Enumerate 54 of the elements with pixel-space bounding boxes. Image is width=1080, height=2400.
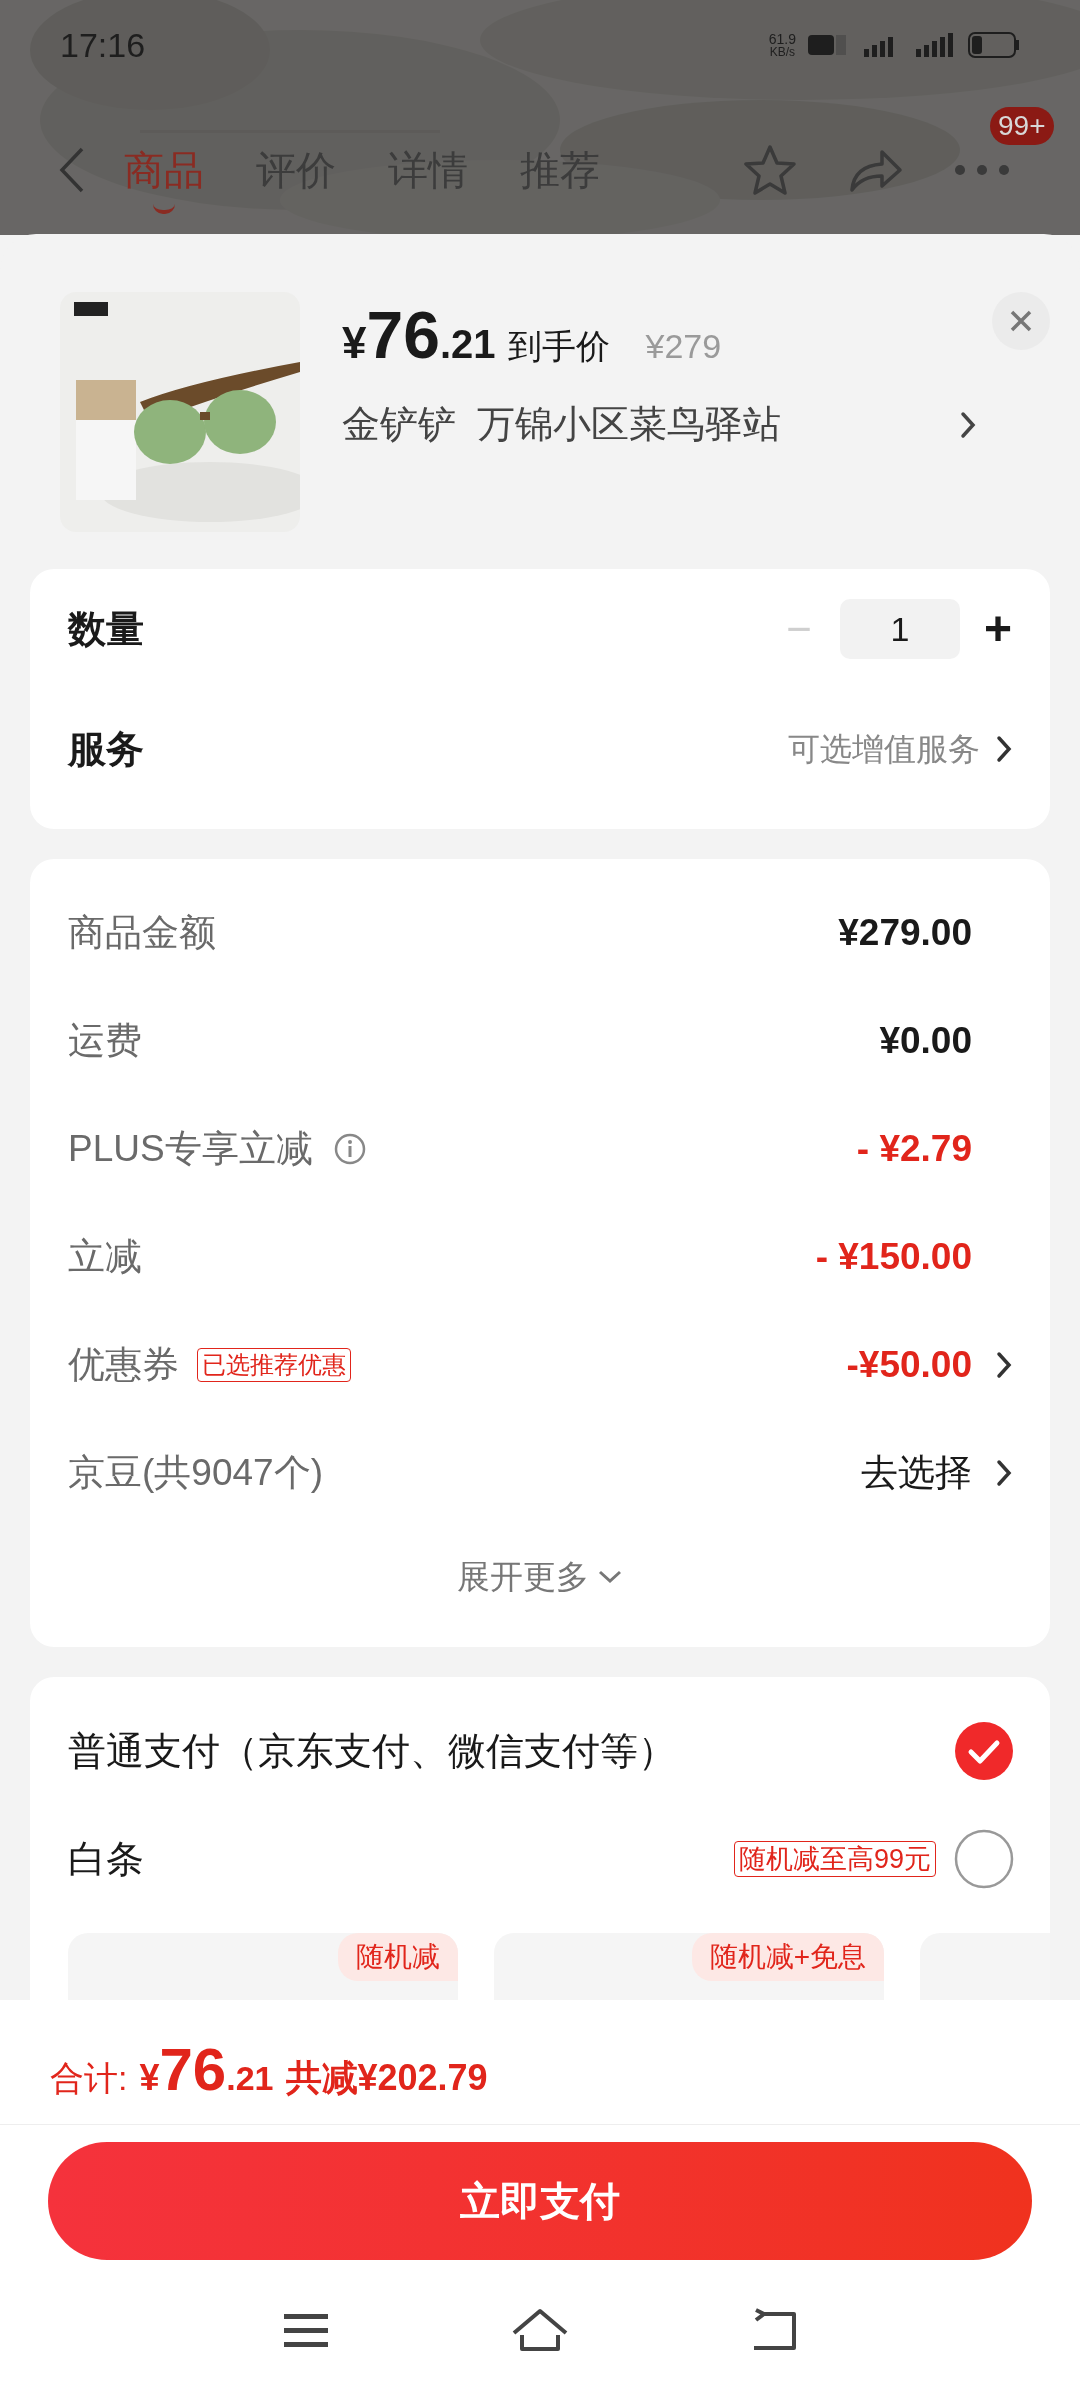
row-label: 优惠券 — [68, 1343, 179, 1388]
saved-amount: 共减¥202.79 — [285, 2056, 488, 2100]
row-label: 服务 — [68, 726, 145, 772]
status-time: 17:16 — [60, 24, 146, 66]
chevron-right-icon — [960, 410, 976, 439]
row-label: 京豆(共9047个) — [68, 1451, 323, 1496]
plan-badge: 随机减+免息 — [691, 1933, 884, 1981]
original-price: ¥279 — [645, 326, 722, 367]
payment-method[interactable]: 普通支付（京东支付、微信支付等） — [68, 1722, 954, 1780]
pay-button[interactable]: 立即支付 — [48, 2142, 1032, 2260]
star-icon[interactable] — [742, 143, 798, 197]
currency-symbol: ¥ — [342, 318, 367, 369]
row-value: ¥0.00 — [879, 1019, 972, 1064]
row-value: - ¥2.79 — [856, 1127, 972, 1172]
plan-badge: 随机减 — [338, 1933, 458, 1981]
price-decimal: .21 — [439, 321, 496, 368]
radio-checked-icon[interactable] — [954, 1721, 1014, 1781]
promo-tag: 随机减至高99元 — [733, 1841, 936, 1877]
row-label: 商品金额 — [68, 911, 216, 956]
row-label: 运费 — [68, 1019, 142, 1064]
more-icon[interactable] — [954, 163, 1010, 177]
row-value: ¥279.00 — [838, 911, 972, 956]
speed-unit: KB/s — [769, 46, 796, 58]
battery-icon — [968, 32, 1020, 58]
radio-button-icon[interactable] — [954, 1829, 1014, 1889]
info-icon[interactable] — [332, 1132, 367, 1166]
coupon-tag: 已选推荐优惠 — [197, 1348, 351, 1382]
installment-card[interactable]: 随机减+免息 — [494, 1933, 884, 2000]
expand-more-button[interactable]: 展开更多 — [457, 1552, 623, 1602]
total-label: 合计: — [50, 2058, 128, 2099]
currency-symbol: ¥ — [139, 2057, 160, 2100]
service-hint[interactable]: 可选增值服务 — [788, 725, 980, 773]
row-value[interactable]: 去选择 — [861, 1445, 972, 1501]
chevron-right-icon — [996, 1351, 1012, 1379]
home-icon[interactable] — [510, 2307, 570, 2353]
close-icon — [1009, 309, 1033, 333]
row-label: 立减 — [68, 1235, 142, 1280]
total-price: 76 — [159, 2040, 227, 2100]
network-speed: 61.9 — [768, 32, 796, 46]
plus-button[interactable]: + — [983, 593, 1012, 665]
row-label: PLUS专享立减 — [68, 1127, 313, 1172]
quantity-field[interactable]: 1 — [839, 599, 960, 659]
chevron-right-icon — [996, 735, 1012, 763]
row-label: 数量 — [68, 606, 145, 652]
price-label: 到手价 — [507, 326, 610, 367]
installment-card[interactable]: 随机减 — [68, 1933, 458, 2000]
payment-method[interactable]: 白条 — [68, 1830, 734, 1888]
row-value[interactable]: -¥50.00 — [846, 1337, 972, 1393]
chevron-down-icon — [597, 1569, 623, 1585]
row-value: - ¥150.00 — [815, 1235, 972, 1280]
delivery-address[interactable]: 金铲铲 万锦小区菜鸟驿站 — [342, 396, 960, 453]
price: 76 — [366, 302, 440, 368]
total-decimal: .21 — [226, 2058, 274, 2099]
chevron-right-icon — [996, 1459, 1012, 1487]
